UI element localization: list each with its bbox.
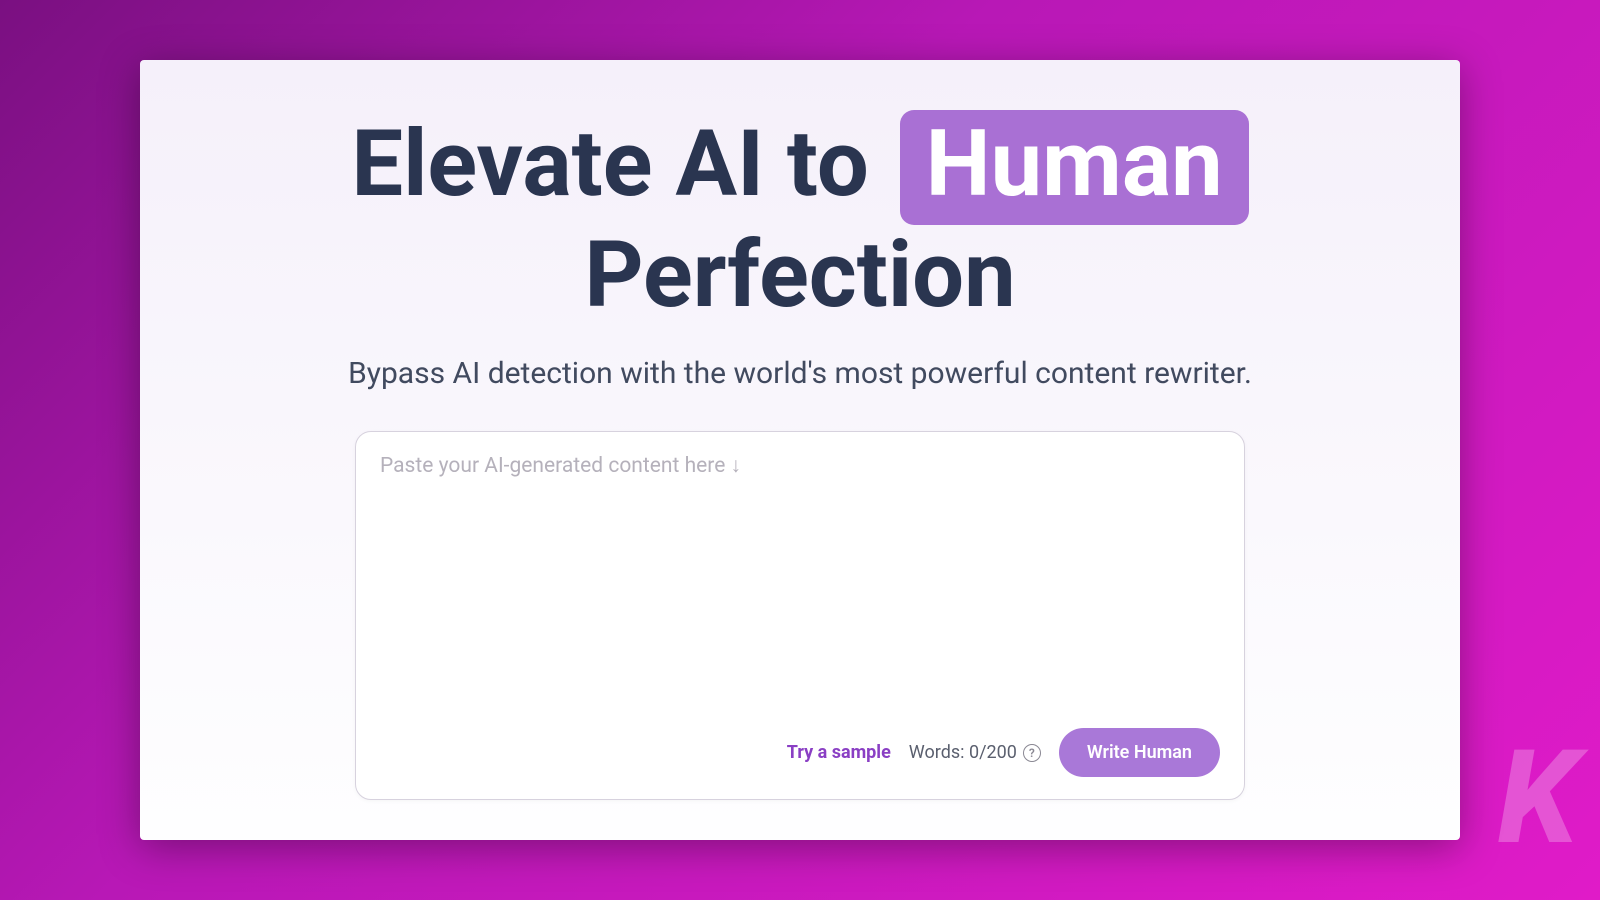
word-count-text: Words: 0/200 — [909, 742, 1017, 763]
help-icon[interactable]: ? — [1023, 744, 1041, 762]
word-count: Words: 0/200 ? — [909, 742, 1041, 763]
content-input[interactable] — [380, 454, 1220, 734]
editor-footer: Try a sample Words: 0/200 ? Write Human — [787, 728, 1220, 777]
heading-part2: Perfection — [584, 222, 1015, 329]
editor-container: Try a sample Words: 0/200 ? Write Human — [355, 431, 1245, 800]
try-sample-link[interactable]: Try a sample — [787, 742, 891, 763]
heading-part1: Elevate AI to — [351, 111, 891, 218]
write-human-button[interactable]: Write Human — [1059, 728, 1220, 777]
page-heading: Elevate AI to Human Perfection — [351, 110, 1248, 326]
main-card: Elevate AI to Human Perfection Bypass AI… — [140, 60, 1460, 840]
heading-highlight: Human — [900, 110, 1249, 225]
watermark-logo: K — [1498, 746, 1570, 850]
page-subheading: Bypass AI detection with the world's mos… — [348, 356, 1252, 391]
